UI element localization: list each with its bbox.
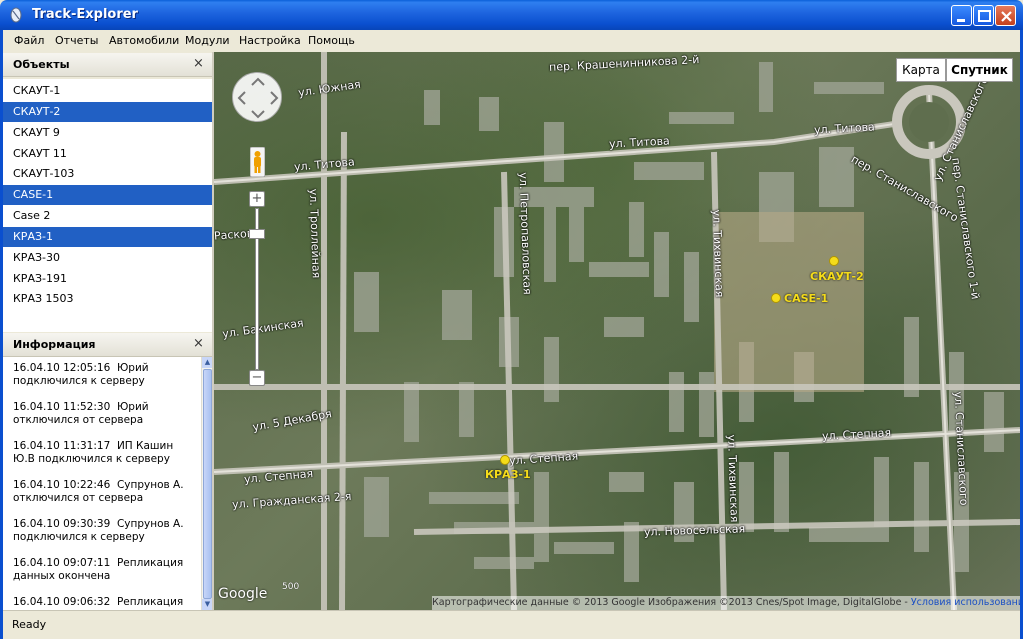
title-bar: Track-Explorer (0, 0, 1023, 30)
close-window-button[interactable] (995, 5, 1016, 26)
status-bar: Ready (3, 610, 1020, 639)
object-item[interactable]: КРАЗ-30 (3, 248, 212, 268)
map-imagery (214, 52, 1020, 610)
pan-arrows-icon (237, 77, 279, 119)
app-icon (10, 7, 22, 23)
log-time: 16.04.10 10:22:46 (13, 479, 111, 491)
menu-bar: Файл Отчеты Автомобили Модули Настройка … (3, 30, 1020, 52)
log-entry: 16.04.10 11:52:30 Юрий отключился от сер… (13, 401, 198, 427)
zoom-out-button[interactable]: − (249, 370, 265, 386)
vehicle-marker-label[interactable]: КРАЗ-1 (485, 468, 531, 481)
map-attribution: Картографические данные © 2013 Google Из… (432, 596, 1020, 610)
map-type-map-button[interactable]: Карта (896, 58, 946, 82)
object-item[interactable]: Case 2 (3, 206, 212, 226)
info-panel-close-icon[interactable]: × (193, 336, 204, 351)
menu-help[interactable]: Помощь (308, 34, 355, 47)
close-icon (1001, 11, 1012, 22)
object-item[interactable]: СКАУТ-103 (3, 164, 212, 184)
minimize-button[interactable] (951, 5, 972, 26)
zoom-slider-handle[interactable] (249, 229, 265, 239)
maximize-button[interactable] (973, 5, 994, 26)
menu-file[interactable]: Файл (14, 34, 44, 47)
objects-list: СКАУТ-1 СКАУТ-2 СКАУТ 9 СКАУТ 11 СКАУТ-1… (3, 79, 212, 332)
log-time: 16.04.10 12:05:16 (13, 362, 111, 374)
log-time: 16.04.10 11:52:30 (13, 401, 111, 413)
menu-settings[interactable]: Настройка (239, 34, 301, 47)
object-item[interactable]: КРАЗ-191 (3, 269, 212, 289)
vehicle-marker-label[interactable]: СКАУТ-2 (810, 270, 864, 283)
object-item[interactable]: СКАУТ-2 (3, 102, 212, 122)
log-entry: 16.04.10 10:22:46 Супрунов А. отключился… (13, 479, 198, 505)
map-scale: 500 (282, 582, 300, 592)
object-item[interactable]: СКАУТ 9 (3, 123, 212, 143)
log-time: 16.04.10 11:31:17 (13, 440, 111, 452)
object-item[interactable]: CASE-1 (3, 185, 212, 205)
log-text: Репликация (116, 596, 184, 608)
info-panel-title: Информация (13, 338, 96, 351)
menu-reports[interactable]: Отчеты (55, 34, 98, 47)
pegman-icon[interactable] (250, 147, 265, 177)
terms-link[interactable]: Условия использования (911, 597, 1020, 608)
info-scrollbar[interactable]: ▲ ▼ (201, 357, 212, 610)
vehicle-marker[interactable] (829, 256, 839, 266)
log-entry: 16.04.10 12:05:16 Юрий подключился к сер… (13, 362, 198, 388)
log-time: 16.04.10 09:07:11 (13, 557, 111, 569)
log-entry: 16.04.10 09:06:32 Репликация (13, 596, 198, 609)
window-title: Track-Explorer (32, 7, 138, 22)
objects-panel-title: Объекты (13, 58, 70, 71)
google-logo: Google (218, 586, 268, 602)
minimize-icon (957, 19, 965, 22)
menu-vehicles[interactable]: Автомобили (109, 34, 179, 47)
object-item[interactable]: КРАЗ 1503 (3, 289, 212, 309)
pan-control[interactable] (232, 72, 282, 122)
object-item[interactable]: СКАУТ 11 (3, 144, 212, 164)
info-log: 16.04.10 12:05:16 Юрий подключился к сер… (3, 357, 212, 610)
object-item[interactable]: СКАУТ-1 (3, 81, 212, 101)
log-entry: 16.04.10 09:07:11 Репликация данных окон… (13, 557, 198, 583)
object-item[interactable]: КРАЗ-1 (3, 227, 212, 247)
satellite-map[interactable]: ул. Южная пер. Крашенинникова 2-й ул. Ти… (214, 52, 1020, 610)
zoom-in-button[interactable]: + (249, 191, 265, 207)
vehicle-marker[interactable] (500, 455, 510, 465)
scroll-up-icon[interactable]: ▲ (202, 357, 212, 368)
scroll-thumb[interactable] (203, 369, 212, 599)
info-panel-header: Информация × (3, 333, 212, 357)
vehicle-marker[interactable] (771, 293, 781, 303)
menu-modules[interactable]: Модули (185, 34, 230, 47)
log-entry: 16.04.10 09:30:39 Супрунов А. подключилс… (13, 518, 198, 544)
objects-panel-close-icon[interactable]: × (193, 56, 204, 71)
map-type-satellite-button[interactable]: Спутник (946, 58, 1013, 82)
vehicle-marker-label[interactable]: CASE-1 (784, 292, 828, 305)
status-text: Ready (12, 618, 47, 631)
objects-panel-header: Объекты × (3, 53, 212, 77)
log-entry: 16.04.10 11:31:17 ИП Кашин Ю.В подключил… (13, 440, 198, 466)
log-time: 16.04.10 09:30:39 (13, 518, 111, 530)
attribution-text: Картографические данные © 2013 Google Из… (432, 597, 908, 608)
log-time: 16.04.10 09:06:32 (13, 596, 111, 608)
maximize-icon (978, 10, 991, 22)
scroll-down-icon[interactable]: ▼ (202, 599, 212, 610)
